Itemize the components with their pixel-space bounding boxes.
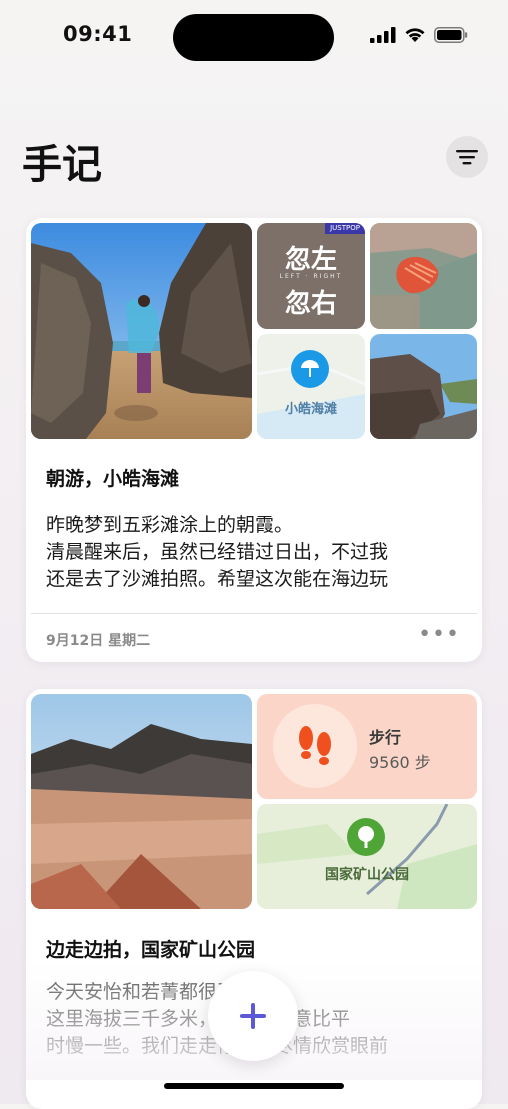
map-location-label: 国家矿山公园	[325, 867, 409, 883]
entry-title: 边走边拍，国家矿山公园	[46, 939, 256, 961]
map-location-label: 小皓海滩	[284, 402, 337, 417]
shell-photo[interactable]	[370, 223, 477, 329]
album-title-bottom: 忽右	[284, 289, 337, 319]
page-title: 手记	[22, 142, 102, 188]
steps-label: 步行	[369, 728, 402, 747]
beach-photo-image	[31, 223, 252, 439]
rocks-photo-image	[370, 334, 477, 439]
umbrella-icon	[301, 360, 319, 377]
footprints-icon	[299, 726, 331, 765]
dynamic-island	[173, 14, 334, 61]
cellular-signal-icon	[370, 27, 396, 43]
map-tile[interactable]: 国家矿山公园	[257, 804, 477, 909]
entry-body: 昨晚梦到五彩滩涂上的朝霞。 清晨醒来后，虽然已经错过日出，不过我 还是去了沙滩拍…	[46, 512, 466, 593]
entry-body-line: 清晨醒来后，虽然已经错过日出，不过我	[46, 541, 389, 563]
status-icons	[370, 27, 468, 43]
album-subtitle: LEFT · RIGHT	[279, 273, 343, 280]
entry-title: 朝游，小皓海滩	[46, 468, 180, 490]
journal-entry-card[interactable]: JUSTPOP 忽左 LEFT · RIGHT 忽右 小皓海滩 朝游，小皓海滩 …	[26, 218, 482, 662]
wifi-icon	[405, 28, 425, 42]
beach-photo[interactable]	[31, 223, 252, 439]
more-options-button[interactable]: •••	[418, 622, 460, 647]
album-cover-tile[interactable]: JUSTPOP 忽左 LEFT · RIGHT 忽右	[257, 223, 365, 329]
album-badge: JUSTPOP	[325, 223, 365, 234]
battery-icon	[434, 27, 468, 43]
map-tile[interactable]: 小皓海滩	[257, 334, 365, 439]
filter-button[interactable]	[446, 136, 488, 178]
tree-icon	[358, 826, 374, 848]
home-indicator[interactable]	[164, 1083, 344, 1089]
steps-tile[interactable]: 步行 9560 步	[257, 694, 477, 799]
mountain-photo[interactable]	[31, 694, 252, 909]
add-entry-button[interactable]	[208, 971, 298, 1061]
status-bar: 09:41	[0, 0, 508, 72]
rocks-photo[interactable]	[370, 334, 477, 439]
plus-icon	[240, 1003, 266, 1029]
filter-icon	[456, 150, 478, 165]
steps-icon-circle	[273, 704, 357, 788]
shell-photo-image	[370, 223, 477, 329]
steps-value: 9560 步	[369, 753, 431, 772]
entry-date: 9月12日 星期二	[46, 633, 151, 649]
status-time: 09:41	[63, 22, 133, 46]
map-pin	[291, 350, 329, 388]
entry-body-line: 昨晚梦到五彩滩涂上的朝霞。	[46, 514, 294, 536]
map-pin	[347, 818, 385, 856]
card-divider	[31, 613, 477, 614]
mountain-photo-image	[31, 694, 252, 909]
entry-body-line: 还是去了沙滩拍照。希望这次能在海边玩	[46, 568, 389, 590]
album-title-top: 忽左	[284, 245, 337, 275]
